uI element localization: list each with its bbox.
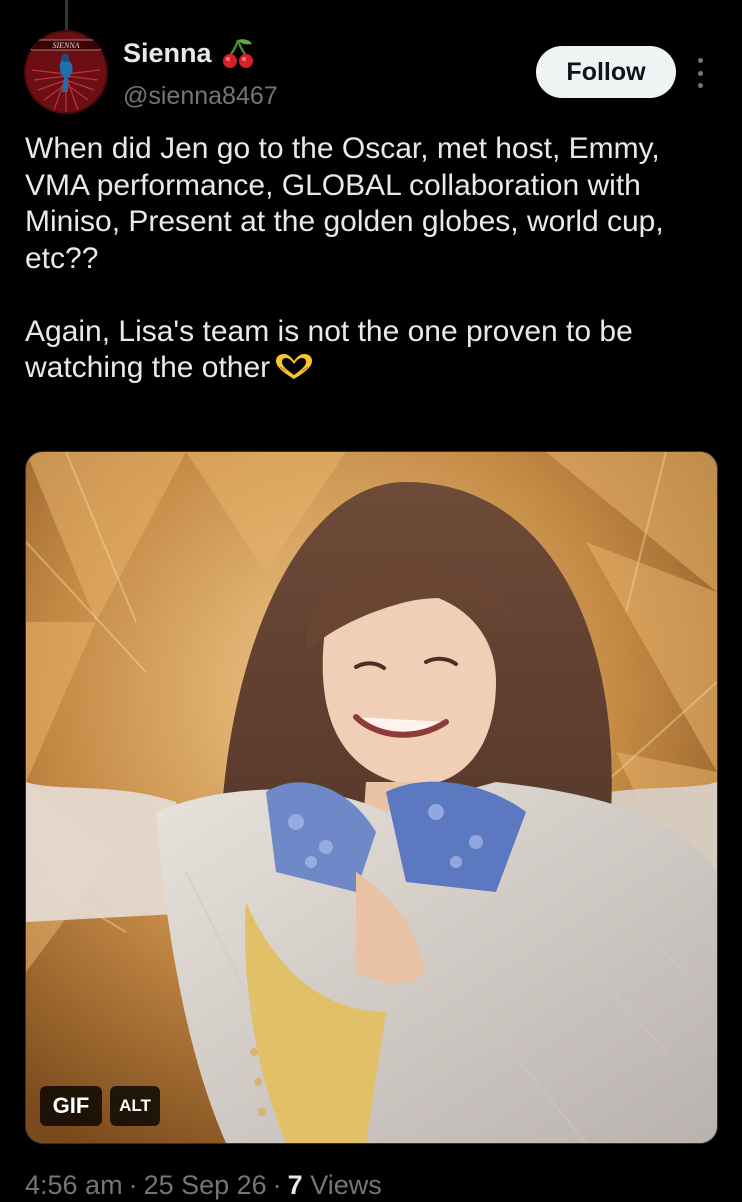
author-display-name[interactable]: Sienna xyxy=(123,36,212,70)
avatar[interactable]: SIENNA xyxy=(24,30,108,114)
more-dot xyxy=(697,70,703,76)
heart-hands-emoji-icon xyxy=(274,353,314,391)
tweet-paragraph-2: Again, Lisa's team is not the one proven… xyxy=(25,314,715,391)
avatar-logo-text: SIENNA xyxy=(52,41,79,50)
cherries-emoji-icon xyxy=(222,39,253,68)
gif-preview-image xyxy=(26,452,717,1143)
more-dot xyxy=(697,83,703,88)
tweet-paragraph-1: When did Jen go to the Oscar, met host, … xyxy=(25,132,664,275)
gif-media[interactable] xyxy=(25,451,718,1144)
meta-separator: · xyxy=(272,1170,282,1200)
tweet-meta: 4:56 am · 25 Sep 26 · 7 Views xyxy=(25,1168,382,1202)
meta-separator: · xyxy=(128,1170,138,1200)
avatar-image: SIENNA xyxy=(26,32,106,112)
tweet-time[interactable]: 4:56 am xyxy=(25,1170,123,1200)
alt-text-button[interactable]: ALT xyxy=(110,1086,160,1126)
views-label: Views xyxy=(310,1170,382,1200)
more-dot xyxy=(697,58,703,63)
follow-button[interactable]: Follow xyxy=(536,46,676,98)
tweet-date[interactable]: 25 Sep 26 xyxy=(144,1170,267,1200)
views-count: 7 xyxy=(287,1170,303,1200)
gif-badge: GIF xyxy=(40,1086,102,1126)
more-vertical-icon[interactable] xyxy=(690,58,710,88)
tweet-paragraph-2-text: Again, Lisa's team is not the one proven… xyxy=(25,314,633,385)
thread-connector-line xyxy=(65,0,68,30)
author-handle[interactable]: @sienna8467 xyxy=(123,80,278,112)
author-name-row: Sienna xyxy=(123,36,256,70)
tweet-text: When did Jen go to the Oscar, met host, … xyxy=(25,131,715,391)
